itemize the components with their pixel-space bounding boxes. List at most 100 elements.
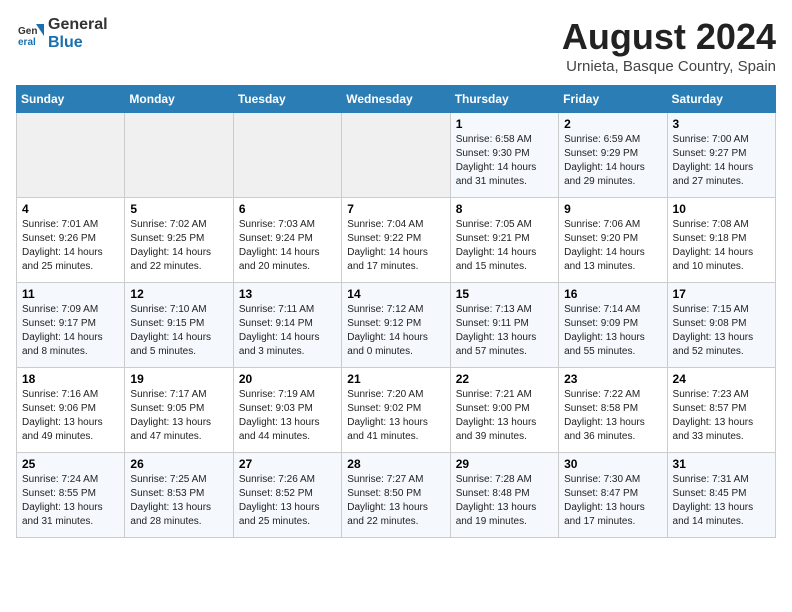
svg-text:Gen: Gen: [18, 26, 37, 37]
calendar-week-row: 1 Sunrise: 6:58 AM Sunset: 9:30 PM Daylig…: [17, 113, 776, 198]
day-info: Sunrise: 7:16 AM Sunset: 9:06 PM Dayligh…: [22, 388, 119, 444]
day-number: 24: [673, 372, 770, 386]
day-number: 27: [239, 457, 336, 471]
calendar-cell: 6 Sunrise: 7:03 AM Sunset: 9:24 PM Daylig…: [233, 198, 341, 283]
calendar-cell: [342, 113, 450, 198]
day-info: Sunrise: 7:06 AM Sunset: 9:20 PM Dayligh…: [564, 218, 661, 274]
day-number: 1: [456, 117, 553, 131]
calendar-cell: 2 Sunrise: 6:59 AM Sunset: 9:29 PM Daylig…: [559, 113, 667, 198]
day-info: Sunrise: 7:25 AM Sunset: 8:53 PM Dayligh…: [130, 473, 227, 529]
day-number: 22: [456, 372, 553, 386]
day-number: 16: [564, 287, 661, 301]
day-number: 8: [456, 202, 553, 216]
calendar-cell: 13 Sunrise: 7:11 AM Sunset: 9:14 PM Dayli…: [233, 283, 341, 368]
day-info: Sunrise: 7:28 AM Sunset: 8:48 PM Dayligh…: [456, 473, 553, 529]
calendar-cell: 25Sunrise: 7:24 AM Sunset: 8:55 PM Dayli…: [17, 453, 125, 538]
calendar-cell: [125, 113, 233, 198]
calendar-title: August 2024: [562, 16, 776, 58]
calendar-cell: 19 Sunrise: 7:17 AM Sunset: 9:05 PM Dayli…: [125, 368, 233, 453]
day-info: Sunrise: 7:02 AM Sunset: 9:25 PM Dayligh…: [130, 218, 227, 274]
day-number: 26: [130, 457, 227, 471]
day-number: 19: [130, 372, 227, 386]
day-info: Sunrise: 7:23 AM Sunset: 8:57 PM Dayligh…: [673, 388, 770, 444]
calendar-cell: [17, 113, 125, 198]
day-info: Sunrise: 7:15 AM Sunset: 9:08 PM Dayligh…: [673, 303, 770, 359]
day-number: 9: [564, 202, 661, 216]
calendar-week-row: 11 Sunrise: 7:09 AM Sunset: 9:17 PM Dayli…: [17, 283, 776, 368]
day-number: 11: [22, 287, 119, 301]
calendar-cell: 14Sunrise: 7:12 AM Sunset: 9:12 PM Dayli…: [342, 283, 450, 368]
day-info: Sunrise: 7:26 AM Sunset: 8:52 PM Dayligh…: [239, 473, 336, 529]
day-info: Sunrise: 7:24 AM Sunset: 8:55 PM Dayligh…: [22, 473, 119, 529]
day-info: Sunrise: 7:22 AM Sunset: 8:58 PM Dayligh…: [564, 388, 661, 444]
day-number: 21: [347, 372, 444, 386]
day-info: Sunrise: 7:19 AM Sunset: 9:03 PM Dayligh…: [239, 388, 336, 444]
day-info: Sunrise: 7:04 AM Sunset: 9:22 PM Dayligh…: [347, 218, 444, 274]
calendar-cell: 10 Sunrise: 7:08 AM Sunset: 9:18 PM Dayli…: [667, 198, 775, 283]
day-info: Sunrise: 7:27 AM Sunset: 8:50 PM Dayligh…: [347, 473, 444, 529]
logo: Gen eral General Blue: [16, 16, 108, 52]
day-info: Sunrise: 6:58 AM Sunset: 9:30 PM Dayligh…: [456, 133, 553, 189]
calendar-cell: 31Sunrise: 7:31 AM Sunset: 8:45 PM Dayli…: [667, 453, 775, 538]
day-number: 4: [22, 202, 119, 216]
calendar-cell: 30 Sunrise: 7:30 AM Sunset: 8:47 PM Dayli…: [559, 453, 667, 538]
day-info: Sunrise: 7:11 AM Sunset: 9:14 PM Dayligh…: [239, 303, 336, 359]
calendar-cell: 4 Sunrise: 7:01 AM Sunset: 9:26 PM Daylig…: [17, 198, 125, 283]
calendar-cell: 21Sunrise: 7:20 AM Sunset: 9:02 PM Dayli…: [342, 368, 450, 453]
calendar-cell: 12 Sunrise: 7:10 AM Sunset: 9:15 PM Dayli…: [125, 283, 233, 368]
day-info: Sunrise: 7:09 AM Sunset: 9:17 PM Dayligh…: [22, 303, 119, 359]
day-number: 23: [564, 372, 661, 386]
calendar-week-row: 18 Sunrise: 7:16 AM Sunset: 9:06 PM Dayli…: [17, 368, 776, 453]
day-header-wednesday: Wednesday: [342, 86, 450, 113]
calendar-cell: 15 Sunrise: 7:13 AM Sunset: 9:11 PM Dayli…: [450, 283, 558, 368]
calendar-cell: 16 Sunrise: 7:14 AM Sunset: 9:09 PM Dayli…: [559, 283, 667, 368]
logo-blue-text: Blue: [48, 34, 83, 51]
day-number: 7: [347, 202, 444, 216]
day-info: Sunrise: 7:13 AM Sunset: 9:11 PM Dayligh…: [456, 303, 553, 359]
calendar-week-row: 25Sunrise: 7:24 AM Sunset: 8:55 PM Dayli…: [17, 453, 776, 538]
calendar-header-row: SundayMondayTuesdayWednesdayThursdayFrid…: [17, 86, 776, 113]
calendar-cell: 9 Sunrise: 7:06 AM Sunset: 9:20 PM Daylig…: [559, 198, 667, 283]
day-number: 13: [239, 287, 336, 301]
day-number: 29: [456, 457, 553, 471]
day-number: 14: [347, 287, 444, 301]
day-header-saturday: Saturday: [667, 86, 775, 113]
calendar-cell: 29 Sunrise: 7:28 AM Sunset: 8:48 PM Dayli…: [450, 453, 558, 538]
day-number: 17: [673, 287, 770, 301]
logo-general-text: General: [48, 16, 108, 33]
day-number: 30: [564, 457, 661, 471]
calendar-week-row: 4 Sunrise: 7:01 AM Sunset: 9:26 PM Daylig…: [17, 198, 776, 283]
day-info: Sunrise: 6:59 AM Sunset: 9:29 PM Dayligh…: [564, 133, 661, 189]
title-area: August 2024 Urnieta, Basque Country, Spa…: [562, 16, 776, 75]
day-info: Sunrise: 7:05 AM Sunset: 9:21 PM Dayligh…: [456, 218, 553, 274]
day-number: 6: [239, 202, 336, 216]
calendar-cell: 5 Sunrise: 7:02 AM Sunset: 9:25 PM Daylig…: [125, 198, 233, 283]
day-info: Sunrise: 7:14 AM Sunset: 9:09 PM Dayligh…: [564, 303, 661, 359]
day-info: Sunrise: 7:03 AM Sunset: 9:24 PM Dayligh…: [239, 218, 336, 274]
calendar-cell: 18 Sunrise: 7:16 AM Sunset: 9:06 PM Dayli…: [17, 368, 125, 453]
calendar-cell: [233, 113, 341, 198]
day-header-monday: Monday: [125, 86, 233, 113]
calendar-cell: 17 Sunrise: 7:15 AM Sunset: 9:08 PM Dayli…: [667, 283, 775, 368]
day-number: 5: [130, 202, 227, 216]
day-info: Sunrise: 7:17 AM Sunset: 9:05 PM Dayligh…: [130, 388, 227, 444]
day-header-thursday: Thursday: [450, 86, 558, 113]
day-number: 15: [456, 287, 553, 301]
day-info: Sunrise: 7:08 AM Sunset: 9:18 PM Dayligh…: [673, 218, 770, 274]
day-info: Sunrise: 7:30 AM Sunset: 8:47 PM Dayligh…: [564, 473, 661, 529]
calendar-cell: 8 Sunrise: 7:05 AM Sunset: 9:21 PM Daylig…: [450, 198, 558, 283]
day-number: 18: [22, 372, 119, 386]
day-info: Sunrise: 7:01 AM Sunset: 9:26 PM Dayligh…: [22, 218, 119, 274]
day-number: 2: [564, 117, 661, 131]
day-number: 12: [130, 287, 227, 301]
calendar-cell: 28 Sunrise: 7:27 AM Sunset: 8:50 PM Dayli…: [342, 453, 450, 538]
calendar-cell: 20Sunrise: 7:19 AM Sunset: 9:03 PM Dayli…: [233, 368, 341, 453]
day-info: Sunrise: 7:00 AM Sunset: 9:27 PM Dayligh…: [673, 133, 770, 189]
day-number: 3: [673, 117, 770, 131]
day-number: 28: [347, 457, 444, 471]
calendar-cell: 3 Sunrise: 7:00 AM Sunset: 9:27 PM Daylig…: [667, 113, 775, 198]
header: Gen eral General Blue August 2024 Urniet…: [16, 16, 776, 75]
calendar-subtitle: Urnieta, Basque Country, Spain: [562, 58, 776, 75]
day-number: 10: [673, 202, 770, 216]
day-info: Sunrise: 7:10 AM Sunset: 9:15 PM Dayligh…: [130, 303, 227, 359]
